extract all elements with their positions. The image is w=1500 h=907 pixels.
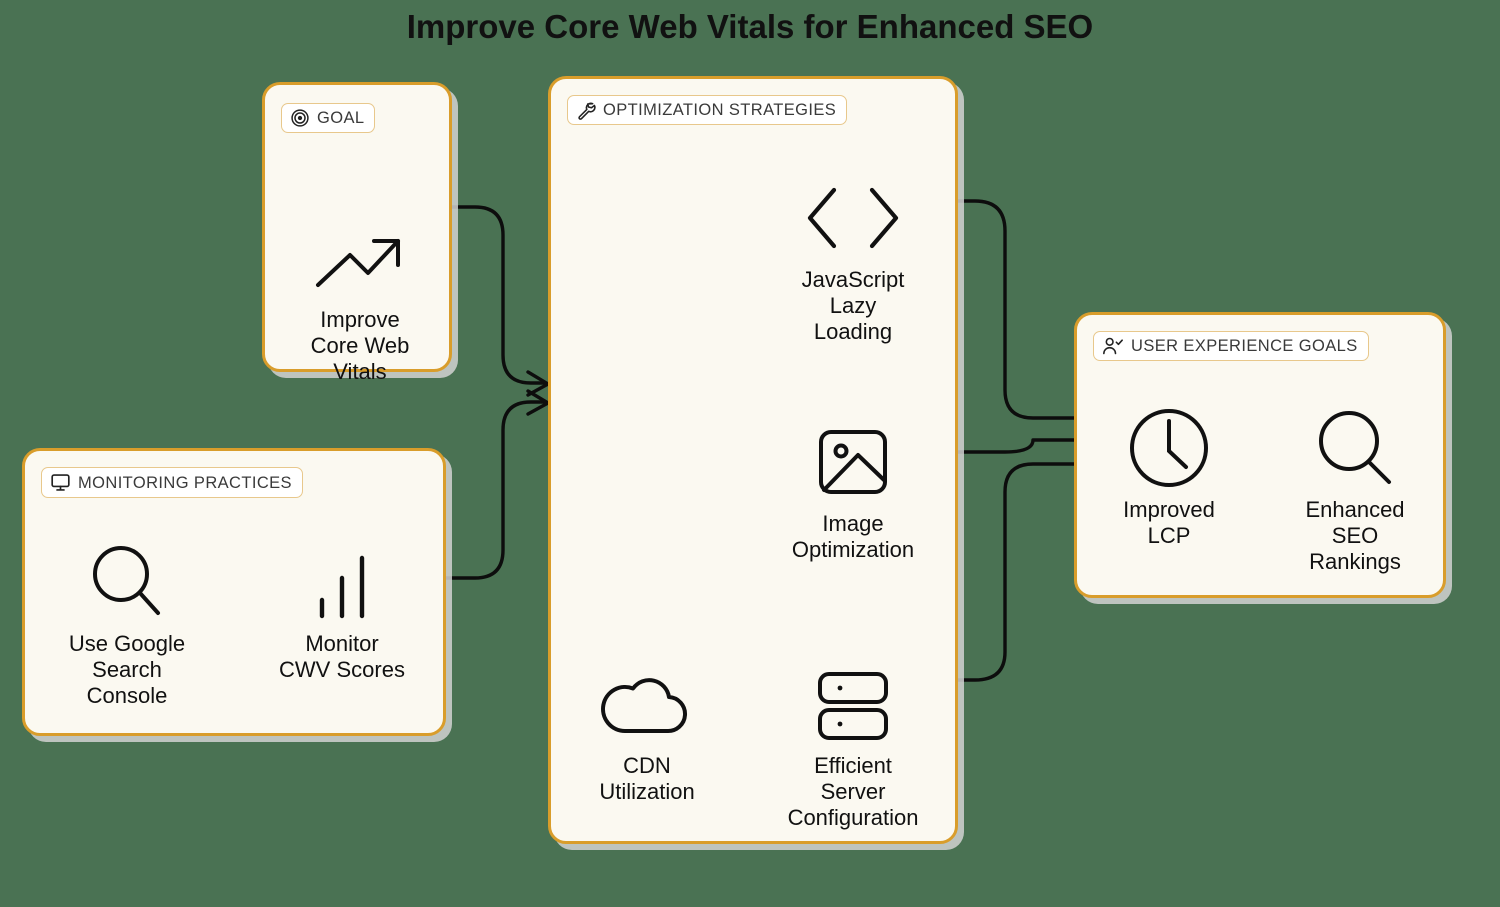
monitor-icon xyxy=(50,472,71,493)
trending-up-icon xyxy=(310,215,410,301)
card-goal[interactable]: GOAL Improve Core Web Vitals xyxy=(262,82,452,384)
arrowhead-optimization-top xyxy=(526,370,550,397)
chip-user-experience-goals: USER EXPERIENCE GOALS xyxy=(1093,331,1369,361)
diagram-canvas: Improve Core Web Vitals for Enhanced SEO xyxy=(0,0,1500,907)
node-label-improved-lcp: Improved LCP xyxy=(1123,497,1215,548)
node-label-use-google-search-console: Use Google Search Console xyxy=(68,631,186,708)
arrowhead-optimization-bottom xyxy=(526,389,550,416)
image-icon xyxy=(815,419,891,505)
chip-monitoring-practices: MONITORING PRACTICES xyxy=(41,467,303,498)
chip-optimization-strategies: OPTIMIZATION STRATEGIES xyxy=(567,95,848,125)
bar-chart-icon xyxy=(302,539,382,625)
card-user-experience-goals[interactable]: USER EXPERIENCE GOALS Improved LCP Enhan… xyxy=(1074,312,1446,598)
node-label-javascript-lazy-loading: JavaScript Lazy Loading xyxy=(801,267,905,344)
node-use-google-search-console[interactable]: Use Google Search Console xyxy=(27,539,227,709)
clock-icon xyxy=(1126,405,1212,491)
cloud-icon xyxy=(597,661,697,747)
node-label-improve-core-web-vitals: Improve Core Web Vitals xyxy=(310,307,410,384)
search-icon xyxy=(85,539,169,625)
server-icon xyxy=(810,661,896,747)
magnifier-icon xyxy=(1311,405,1399,491)
node-label-cdn-utilization: CDN Utilization xyxy=(599,753,695,804)
node-image-optimization[interactable]: Image Optimization xyxy=(753,419,953,563)
page-title: Improve Core Web Vitals for Enhanced SEO xyxy=(406,8,1094,45)
code-brackets-icon xyxy=(798,175,908,261)
card-optimization-strategies[interactable]: OPTIMIZATION STRATEGIES JavaScript Lazy … xyxy=(548,76,958,844)
node-monitor-cwv-scores[interactable]: Monitor CWV Scores xyxy=(242,539,442,683)
chip-goal-label: GOAL xyxy=(317,109,365,128)
node-label-efficient-server-configuration: Efficient Server Configuration xyxy=(787,753,919,830)
node-label-image-optimization: Image Optimization xyxy=(791,511,915,562)
chip-optimization-strategies-label: OPTIMIZATION STRATEGIES xyxy=(603,101,837,120)
node-enhanced-seo-rankings[interactable]: Enhanced SEO Rankings xyxy=(1255,405,1455,575)
node-cdn-utilization[interactable]: CDN Utilization xyxy=(547,661,747,805)
chip-goal: GOAL xyxy=(281,103,376,133)
node-label-monitor-cwv-scores: Monitor CWV Scores xyxy=(279,631,405,682)
node-improve-core-web-vitals[interactable]: Improve Core Web Vitals xyxy=(260,215,460,385)
target-icon xyxy=(290,108,310,128)
card-monitoring-practices[interactable]: MONITORING PRACTICES Use Google Search C… xyxy=(22,448,446,736)
chip-user-experience-goals-label: USER EXPERIENCE GOALS xyxy=(1131,337,1358,356)
node-efficient-server-configuration[interactable]: Efficient Server Configuration xyxy=(753,661,953,831)
node-improved-lcp[interactable]: Improved LCP xyxy=(1069,405,1269,549)
node-label-enhanced-seo-rankings: Enhanced SEO Rankings xyxy=(1305,497,1405,574)
wrench-icon xyxy=(576,100,596,120)
user-check-icon xyxy=(1102,336,1124,356)
node-javascript-lazy-loading[interactable]: JavaScript Lazy Loading xyxy=(753,175,953,345)
chip-monitoring-practices-label: MONITORING PRACTICES xyxy=(78,473,292,492)
